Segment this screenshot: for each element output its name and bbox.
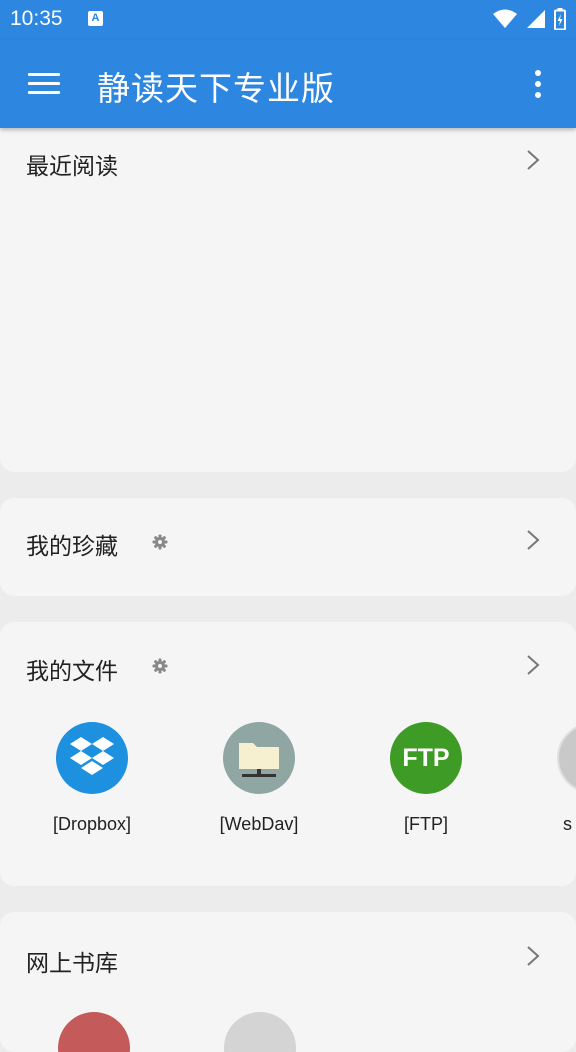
menu-button[interactable] <box>28 71 62 97</box>
favorites-title: 我的珍藏 <box>26 534 118 560</box>
status-icons <box>492 8 566 30</box>
library-item-icon[interactable] <box>224 1012 296 1052</box>
file-source-dropbox[interactable]: [Dropbox] <box>22 722 162 835</box>
my-files-title: 我的文件 <box>26 659 118 685</box>
chevron-right-icon[interactable] <box>526 149 540 171</box>
chevron-right-icon[interactable] <box>526 529 540 551</box>
recent-reading-card[interactable]: 最近阅读 <box>0 112 576 472</box>
gear-icon[interactable] <box>152 534 168 550</box>
folder-network-icon <box>223 722 295 794</box>
battery-icon <box>554 8 566 30</box>
file-source-webdav[interactable]: [WebDav] <box>189 722 329 835</box>
status-bar: 10:35 A <box>0 0 576 40</box>
file-source-storage[interactable]: s <box>523 722 576 835</box>
file-source-ftp[interactable]: FTP [FTP] <box>356 722 496 835</box>
favorites-card[interactable]: 我的珍藏 <box>0 498 576 596</box>
ftp-icon: FTP <box>390 722 462 794</box>
file-source-label: s <box>563 814 572 834</box>
library-item-icon[interactable] <box>58 1012 130 1052</box>
storage-icon <box>557 722 576 794</box>
chevron-right-icon[interactable] <box>526 654 540 676</box>
notification-icon: A <box>88 11 103 26</box>
overflow-menu-button[interactable] <box>526 68 550 100</box>
wifi-icon <box>493 9 517 28</box>
app-bar: 静读天下专业版 <box>0 40 576 128</box>
gear-icon[interactable] <box>152 658 168 674</box>
dropbox-icon <box>56 722 128 794</box>
file-source-label: [Dropbox] <box>52 814 132 834</box>
ftp-icon-text: FTP <box>402 743 450 772</box>
signal-icon <box>527 10 545 28</box>
file-source-label: [FTP] <box>404 814 448 834</box>
my-files-card: 我的文件 [Dropbox] [WebDav] FTP [FTP] s <box>0 622 576 886</box>
recent-reading-title: 最近阅读 <box>26 154 118 180</box>
online-library-card[interactable]: 网上书库 <box>0 912 576 1052</box>
app-title: 静读天下专业版 <box>97 69 335 108</box>
status-time: 10:35 <box>10 7 63 30</box>
online-library-title: 网上书库 <box>26 951 118 977</box>
file-source-label: [WebDav] <box>219 814 299 834</box>
chevron-right-icon[interactable] <box>526 945 540 967</box>
